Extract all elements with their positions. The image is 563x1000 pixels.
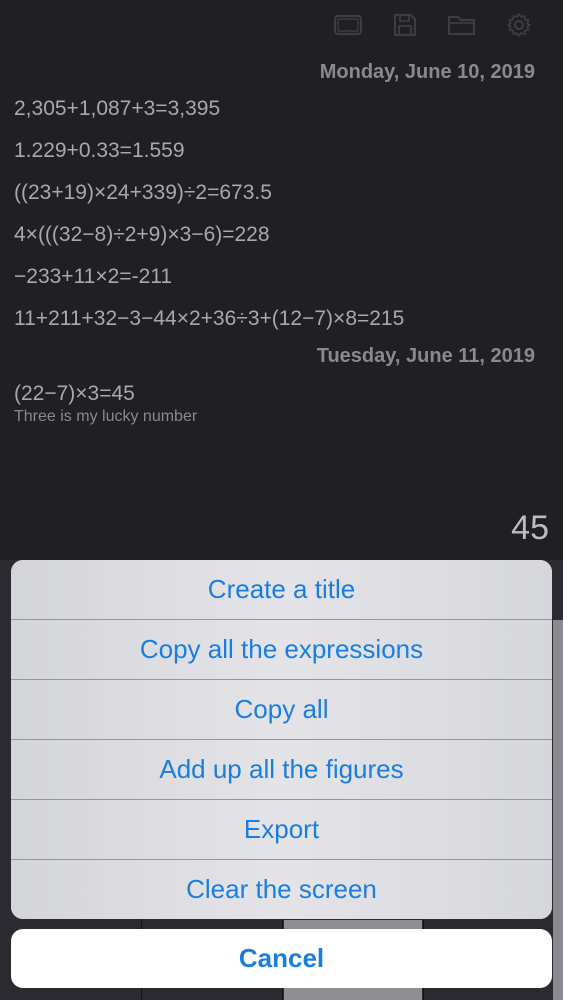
keypad-key <box>553 620 563 1000</box>
date-header: Monday, June 10, 2019 <box>319 61 535 83</box>
result-display: 45 <box>511 509 549 547</box>
save-button[interactable] <box>376 10 433 40</box>
screen-button[interactable] <box>319 10 376 40</box>
folder-icon <box>447 13 477 37</box>
cancel-button[interactable]: Cancel <box>11 929 552 988</box>
clear-screen-button[interactable]: Clear the screen <box>11 859 552 919</box>
top-toolbar <box>319 10 547 40</box>
export-button[interactable]: Export <box>11 799 552 859</box>
history-entry[interactable]: ((23+19)×24+339)÷2=673.5 <box>0 172 563 214</box>
history-entry[interactable]: 4×(((32−8)÷2+9)×3−6)=228 <box>0 214 563 256</box>
create-title-button[interactable]: Create a title <box>11 560 552 619</box>
copy-expressions-button[interactable]: Copy all the expressions <box>11 619 552 679</box>
calculator-screen: Monday, June 10, 2019 2,305+1,087+3=3,39… <box>0 0 563 1000</box>
history-entry[interactable]: −233+11×2=-211 <box>0 256 563 298</box>
calculation-history[interactable]: Monday, June 10, 2019 2,305+1,087+3=3,39… <box>0 56 563 426</box>
add-up-figures-button[interactable]: Add up all the figures <box>11 739 552 799</box>
history-entry: (22−7)×3=45 <box>14 382 135 405</box>
save-icon <box>392 12 418 38</box>
history-entry-with-note[interactable]: (22−7)×3=45 Three is my lucky number <box>0 380 563 426</box>
date-header: Tuesday, June 11, 2019 <box>316 345 535 367</box>
copy-all-button[interactable]: Copy all <box>11 679 552 739</box>
entry-note: Three is my lucky number <box>14 408 198 425</box>
history-entry[interactable]: 1.229+0.33=1.559 <box>0 130 563 172</box>
gear-icon <box>506 12 532 38</box>
settings-button[interactable] <box>490 10 547 40</box>
history-entry[interactable]: 11+211+32−3−44×2+36÷3+(12−7)×8=215 <box>0 298 563 340</box>
history-entry[interactable]: 2,305+1,087+3=3,395 <box>0 88 563 130</box>
folder-button[interactable] <box>433 10 490 40</box>
action-sheet: Create a title Copy all the expressions … <box>11 560 552 919</box>
screen-icon <box>333 13 363 37</box>
